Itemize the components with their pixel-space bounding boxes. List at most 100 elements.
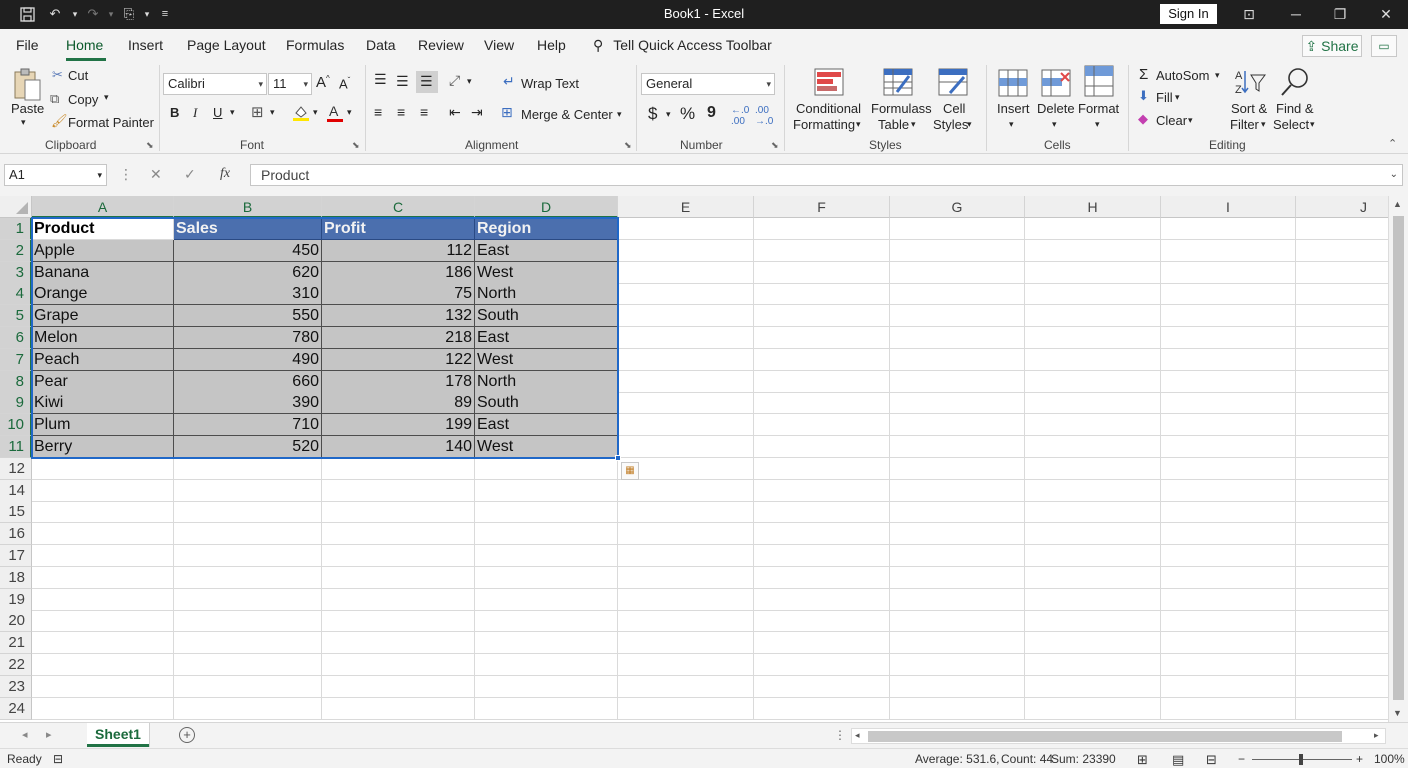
- cell-i23[interactable]: [1161, 675, 1296, 698]
- restore-icon[interactable]: ❐: [1325, 3, 1355, 25]
- cell-c11[interactable]: 140: [322, 436, 475, 458]
- column-header-f[interactable]: F: [754, 196, 890, 218]
- cell-g8[interactable]: [890, 370, 1025, 393]
- cell-h16[interactable]: [1025, 523, 1161, 546]
- cell-g9[interactable]: [890, 392, 1025, 415]
- scroll-down-icon[interactable]: ▼: [1393, 708, 1402, 718]
- cell-j5[interactable]: [1296, 305, 1388, 328]
- row-header-9[interactable]: 9: [0, 392, 32, 415]
- scroll-right-icon[interactable]: ▸: [1374, 730, 1379, 741]
- cell-g4[interactable]: [890, 283, 1025, 306]
- cell-g11[interactable]: [890, 436, 1025, 458]
- cell-b8[interactable]: 660: [174, 370, 322, 393]
- row-header-6[interactable]: 6: [0, 327, 32, 349]
- font-name-select[interactable]: Calibri ▾: [163, 73, 267, 95]
- cell-c17[interactable]: [322, 545, 475, 567]
- status-average[interactable]: Average: 531.6,: [915, 752, 1000, 766]
- column-header-j[interactable]: J: [1296, 196, 1388, 218]
- bold-button[interactable]: B: [170, 105, 179, 120]
- cell-d23[interactable]: [475, 675, 618, 698]
- decrease-indent-icon[interactable]: ⇤: [449, 104, 461, 121]
- cell-a21[interactable]: [32, 632, 174, 655]
- conditional-formatting-label-1[interactable]: Conditional: [796, 101, 861, 116]
- cell-d21[interactable]: [475, 632, 618, 655]
- status-count[interactable]: Count: 44: [1001, 752, 1053, 766]
- row-header-16[interactable]: 16: [0, 523, 32, 546]
- vertical-scrollbar[interactable]: ▲ ▼: [1388, 196, 1408, 722]
- sort-filter-icon[interactable]: AZ: [1234, 67, 1266, 97]
- borders-dropdown-icon[interactable]: ▾: [270, 107, 275, 118]
- copy-dropdown-icon[interactable]: ▾: [104, 92, 109, 103]
- cell-b21[interactable]: [174, 632, 322, 655]
- cell-c24[interactable]: [322, 697, 475, 720]
- cell-f5[interactable]: [754, 305, 890, 328]
- cell-d8[interactable]: North: [475, 370, 618, 393]
- cell-a3[interactable]: Banana: [32, 261, 174, 284]
- cell-i1[interactable]: [1161, 218, 1296, 240]
- percent-button[interactable]: %: [680, 104, 695, 124]
- zoom-slider-thumb[interactable]: [1299, 754, 1303, 765]
- autosum-icon[interactable]: Σ: [1139, 66, 1148, 83]
- cell-j3[interactable]: [1296, 262, 1388, 284]
- format-as-table-icon[interactable]: [883, 68, 913, 96]
- cell-h24[interactable]: [1025, 697, 1161, 720]
- column-header-c[interactable]: C: [322, 196, 475, 218]
- cell-j2[interactable]: [1296, 240, 1388, 262]
- cell-b7[interactable]: 490: [174, 348, 322, 371]
- number-launcher-icon[interactable]: ⬊: [771, 140, 779, 151]
- cell-h22[interactable]: [1025, 654, 1161, 676]
- cell-f23[interactable]: [754, 675, 890, 698]
- cell-b24[interactable]: [174, 697, 322, 720]
- accessibility-icon[interactable]: ⊟: [53, 752, 63, 766]
- confirm-entry-icon[interactable]: ✓: [184, 166, 196, 183]
- cell-j7[interactable]: [1296, 349, 1388, 371]
- row-header-5[interactable]: 5: [0, 305, 32, 328]
- cell-i6[interactable]: [1161, 327, 1296, 349]
- fill-handle[interactable]: [615, 454, 621, 461]
- eraser-icon[interactable]: ◆: [1138, 111, 1148, 127]
- insert-dropdown-icon[interactable]: ▾: [1009, 119, 1014, 130]
- cell-d10[interactable]: East: [475, 414, 618, 437]
- tab-split-handle-icon[interactable]: ⋮: [834, 728, 846, 742]
- cell-j16[interactable]: [1296, 523, 1388, 546]
- cell-a16[interactable]: [32, 523, 174, 546]
- cell-e10[interactable]: [618, 414, 754, 437]
- cell-f7[interactable]: [754, 348, 890, 371]
- cell-b11[interactable]: 520: [174, 436, 322, 458]
- insert-function-icon[interactable]: fx: [220, 166, 230, 182]
- cell-b17[interactable]: [174, 545, 322, 567]
- cell-d18[interactable]: [475, 566, 618, 589]
- cell-e9[interactable]: [618, 392, 754, 415]
- format-as-table-label-1[interactable]: Formulass: [871, 101, 932, 116]
- cell-j21[interactable]: [1296, 632, 1388, 655]
- cell-f2[interactable]: [754, 239, 890, 262]
- cell-e1[interactable]: [618, 218, 754, 240]
- cell-c12[interactable]: [322, 457, 475, 480]
- cell-b16[interactable]: [174, 523, 322, 546]
- row-header-22[interactable]: 22: [0, 654, 32, 676]
- cell-f8[interactable]: [754, 370, 890, 393]
- row-header-19[interactable]: 19: [0, 588, 32, 611]
- cell-i7[interactable]: [1161, 348, 1296, 371]
- cell-e16[interactable]: [618, 523, 754, 546]
- row-header-2[interactable]: 2: [0, 239, 32, 262]
- expand-formula-icon[interactable]: ⌄: [1390, 165, 1398, 185]
- scroll-up-icon[interactable]: ▲: [1393, 199, 1402, 209]
- cell-f19[interactable]: [754, 588, 890, 611]
- cell-g24[interactable]: [890, 697, 1025, 720]
- cell-d1[interactable]: Region: [475, 218, 618, 240]
- cell-j19[interactable]: [1296, 589, 1388, 611]
- row-header-18[interactable]: 18: [0, 566, 32, 589]
- wrap-text-button[interactable]: Wrap Text: [521, 76, 579, 91]
- cell-d12[interactable]: [475, 457, 618, 480]
- cell-j1[interactable]: [1296, 218, 1388, 240]
- tab-review[interactable]: Review: [418, 37, 464, 53]
- cell-e4[interactable]: [618, 283, 754, 306]
- cell-g22[interactable]: [890, 654, 1025, 676]
- row-header-24[interactable]: 24: [0, 697, 32, 720]
- cell-a1[interactable]: Product: [32, 218, 174, 240]
- row-header-10[interactable]: 10: [0, 414, 32, 437]
- cell-d4[interactable]: North: [475, 283, 618, 306]
- fill-color-dropdown-icon[interactable]: ▾: [313, 107, 318, 118]
- tab-view[interactable]: View: [484, 37, 514, 53]
